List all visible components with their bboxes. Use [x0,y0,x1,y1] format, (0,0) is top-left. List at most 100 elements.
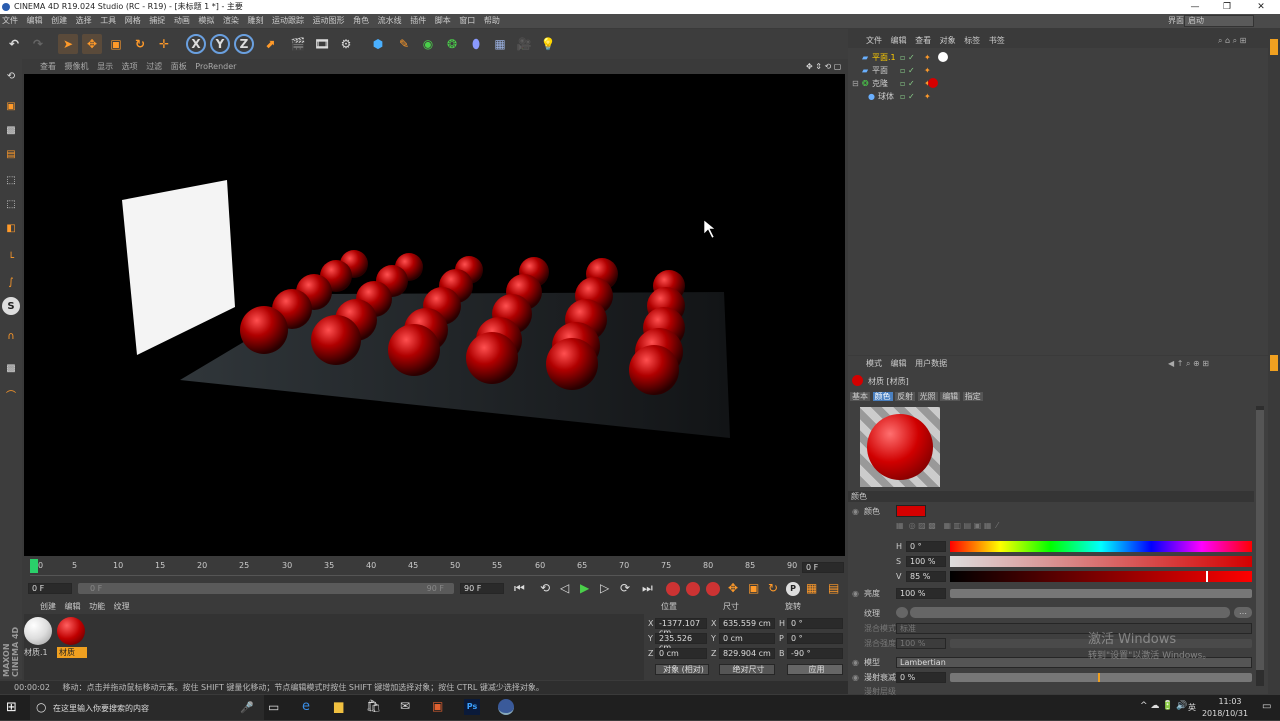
timeline-cursor[interactable] [30,559,38,573]
menu-plugins[interactable]: 插件 [410,16,426,25]
value-slider-thumb[interactable] [1206,571,1208,582]
cinema4d-taskbar-icon[interactable] [498,699,514,715]
menu-simulate[interactable]: 模拟 [198,16,214,25]
minimize-button[interactable]: — [1180,0,1210,14]
current-frame-field[interactable]: 0 F [802,562,844,573]
attr-menu-mode[interactable]: 模式 [866,359,882,368]
menu-snap[interactable]: 捕捉 [149,16,165,25]
visibility-icon[interactable]: ▫ ✓ [900,64,915,77]
vp-menu-display[interactable]: 显示 [97,62,113,71]
apply-button[interactable]: 应用 [787,664,843,675]
tray-icons[interactable]: ^ ☁ 🔋 🔊 [1140,701,1188,711]
attr-menu-userdata[interactable]: 用户数据 [915,359,947,368]
planar-workplane-icon[interactable]: ⌒ [2,385,20,403]
floor-icon[interactable]: ▦ [490,34,510,54]
diffuse-falloff-field[interactable]: 0 % [896,672,946,683]
rotate-icon[interactable]: ↻ [130,34,150,54]
mail-icon[interactable]: ✉ [400,699,410,713]
vp-menu-cameras[interactable]: 摄像机 [65,62,89,71]
vp-menu-filter[interactable]: 过滤 [146,62,162,71]
v-field[interactable]: 85 % [906,571,946,582]
mat-menu-function[interactable]: 功能 [89,602,105,611]
pos-y-field[interactable]: 235.526 cm [655,633,707,652]
color-picker-modes-icon[interactable]: ▦ ◎ ▨ ▩ ▦ ▥ ▤ ▣ ▦ ⁄ [896,521,1106,531]
next-frame-icon[interactable]: ▷ [600,581,609,595]
size-x-field[interactable]: 635.559 cm [719,618,775,629]
h-field[interactable]: 0 ° [906,541,946,552]
menu-script[interactable]: 脚本 [435,16,451,25]
x-axis-button[interactable]: X [186,34,206,54]
preview-range-slider[interactable]: 0 F 90 F [78,583,454,594]
z-axis-button[interactable]: Z [234,34,254,54]
goto-next-key-icon[interactable]: ⟳ [620,581,630,595]
obj-menu-file[interactable]: 文件 [866,36,882,45]
visibility-icon[interactable]: ▫ ✓ [900,77,915,90]
menu-mograph[interactable]: 运动图形 [313,16,345,25]
viewport[interactable] [24,74,845,556]
close-button[interactable]: ✕ [1246,0,1276,14]
radio-icon[interactable]: ◉ [852,657,859,668]
texture-arrow-icon[interactable] [896,607,908,618]
color-swatch[interactable] [896,505,926,517]
tab-basic[interactable]: 基本 [850,392,870,401]
vp-menu-options[interactable]: 选项 [122,62,138,71]
blend-mode-select[interactable]: 标准 [896,623,1252,634]
menu-animate[interactable]: 动画 [174,16,190,25]
start-frame-field[interactable]: 0 F [28,583,72,594]
taskbar-search[interactable]: ○ 在这里输入你要搜索的内容 🎤 [30,695,264,720]
tab-editor[interactable]: 编辑 [940,392,961,401]
autokey-icon[interactable] [686,582,700,596]
prev-frame-icon[interactable]: ◁ [560,581,569,595]
visibility-icon[interactable]: ▫ ✓ [900,51,915,64]
rot-h-field[interactable]: 0 ° [787,618,843,629]
make-editable-icon[interactable]: ⟲ [2,67,20,85]
menu-select[interactable]: 选择 [76,16,92,25]
texture-browse-button[interactable]: … [1234,607,1252,618]
size-z-field[interactable]: 829.904 cm [719,648,775,659]
s-field[interactable]: 100 % [906,556,946,567]
key-pla-icon[interactable]: ▦ [806,581,817,595]
mat-menu-edit[interactable]: 编辑 [65,602,81,611]
right-side-tabs[interactable] [1268,33,1280,694]
brightness-slider[interactable] [950,589,1252,598]
select-arrow-icon[interactable]: ➤ [58,34,78,54]
menu-tools[interactable]: 工具 [100,16,116,25]
goto-end-icon[interactable]: ⏭ [642,581,653,596]
menu-window[interactable]: 窗口 [459,16,475,25]
rot-p-field[interactable]: 0 ° [787,633,843,644]
radio-icon[interactable]: ◉ [852,588,859,599]
blend-strength-field[interactable]: 100 % [896,638,946,649]
object-row[interactable]: ▰ 平面 ▫ ✓ ✦ [848,64,1268,77]
material-tag-icon[interactable] [938,52,948,62]
timeline-window-icon[interactable]: ▤ [828,581,839,595]
object-row[interactable]: ⊟ ❂ 克隆 ▫ ✓ ✦ [848,77,1268,90]
file-explorer-icon[interactable]: ▆ [334,699,343,713]
store-icon[interactable]: 🛍 [366,699,381,713]
notification-icon[interactable]: ▭ [1262,701,1271,712]
timeline-ruler[interactable]: 0 5 10 15 20 25 30 35 40 45 50 55 60 65 … [24,557,848,579]
key-rotation-icon[interactable]: ↻ [768,581,778,595]
tab-assign[interactable]: 指定 [962,392,983,401]
office-icon[interactable]: ▣ [432,699,443,713]
deformer-icon[interactable]: ⬮ [466,34,486,54]
vp-menu-panel[interactable]: 面板 [171,62,187,71]
texture-slot[interactable] [910,607,1230,618]
y-axis-button[interactable]: Y [210,34,230,54]
edges-mode-icon[interactable]: ⬚ [2,195,20,213]
tab-illumination[interactable]: 光照 [917,392,938,401]
undo-icon[interactable]: ↶ [4,34,24,54]
tab-reflectance[interactable]: 反射 [895,392,916,401]
material-tag-icon[interactable] [928,78,938,88]
photoshop-icon[interactable]: Ps [464,699,480,715]
vp-menu-prorender[interactable]: ProRender [195,62,236,71]
menu-create[interactable]: 创建 [51,16,67,25]
tweak-icon[interactable]: ∫ [2,273,20,291]
record-icon[interactable] [666,582,680,596]
collapse-icon[interactable]: ⊟ [852,77,859,90]
tab-color[interactable]: 颜色 [872,392,893,401]
object-row[interactable]: ▰ 平面.1 ▫ ✓ ✦ [848,51,1268,64]
vp-menu-view[interactable]: 查看 [40,62,56,71]
camera-icon[interactable]: 🎥 [514,34,534,54]
redo-icon[interactable]: ↷ [28,34,48,54]
material-preview[interactable] [860,407,940,487]
